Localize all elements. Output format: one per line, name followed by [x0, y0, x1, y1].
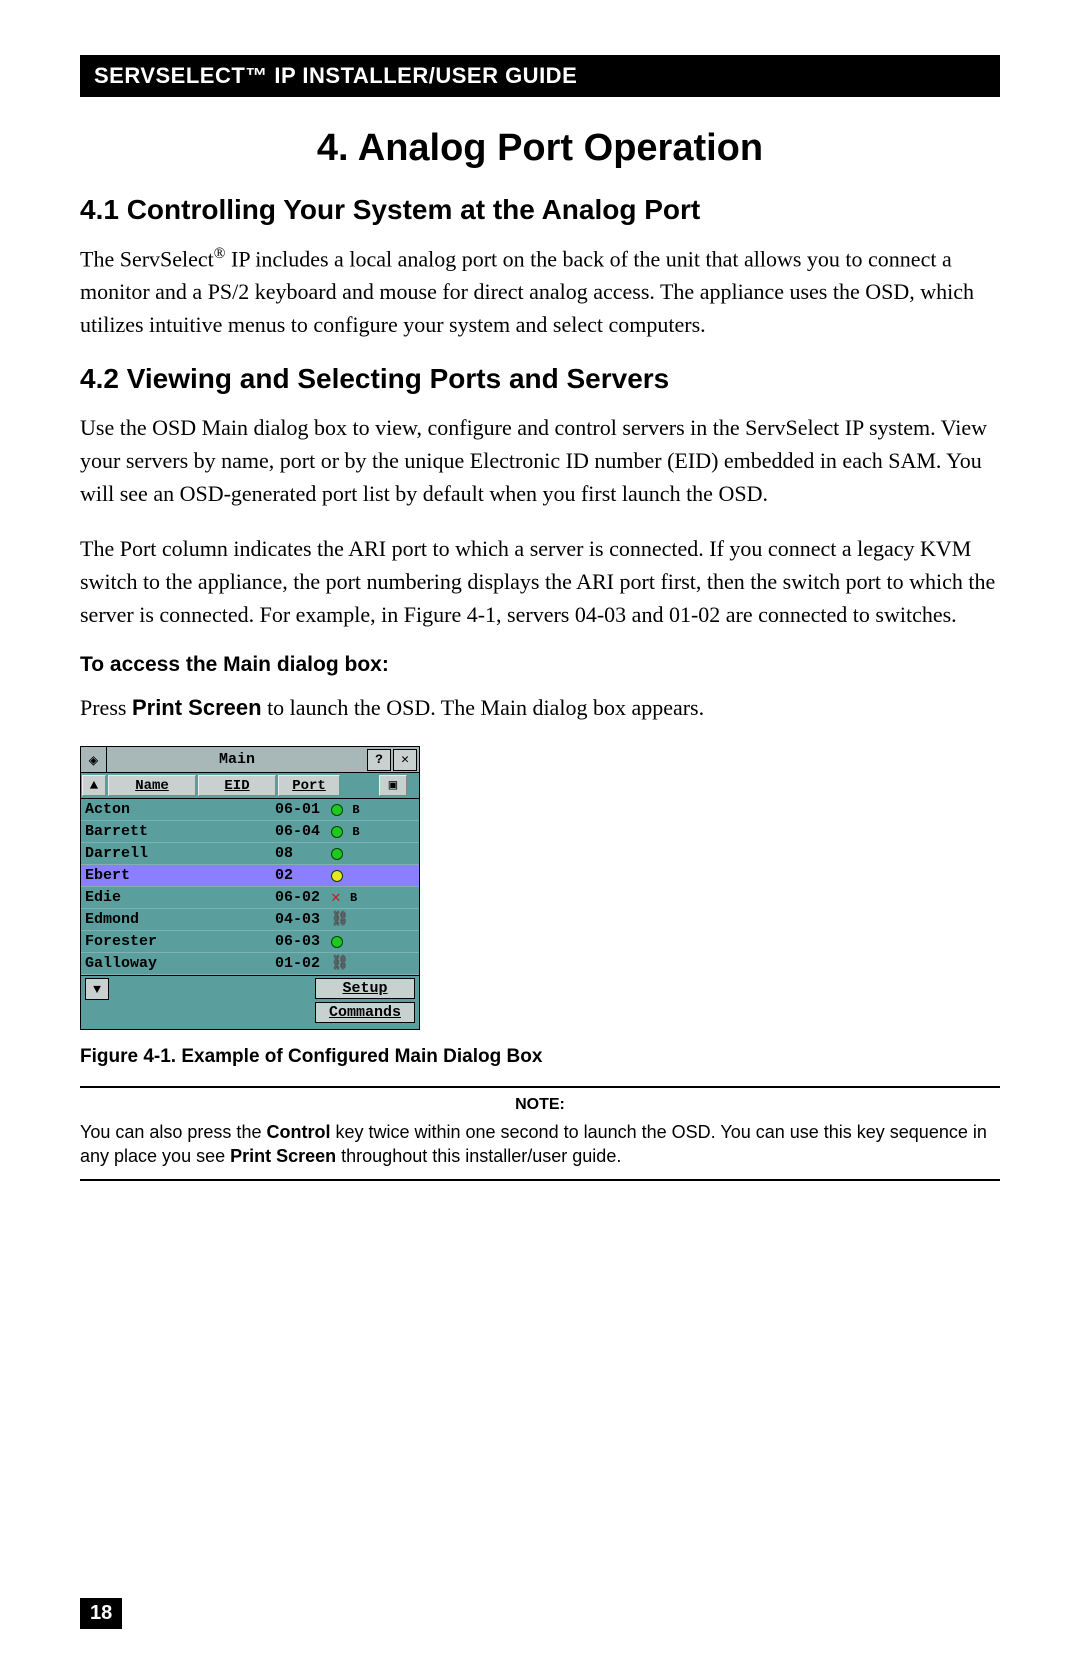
section-4-1-paragraph: The ServSelect® IP includes a local anal… — [80, 242, 1000, 341]
server-port: 06-04 — [275, 823, 329, 840]
server-name: Galloway — [85, 955, 197, 972]
chapter-title: 4. Analog Port Operation — [80, 127, 1000, 170]
osd-server-row[interactable]: Ebert 02 — [81, 865, 419, 887]
status-chain-icon: ⛓ — [331, 955, 349, 972]
text: The ServSelect — [80, 246, 214, 271]
server-status: ⛓ — [329, 911, 385, 928]
status-green-icon — [331, 848, 343, 860]
osd-main-dialog: ◈ Main ? ✕ ▲ Name EID Port ▣ Acton 06-01 B… — [80, 746, 420, 1030]
status-green-icon — [331, 804, 343, 816]
osd-col-name[interactable]: Name — [108, 775, 196, 796]
server-flag: B — [349, 825, 363, 839]
server-name: Acton — [85, 801, 197, 818]
server-name: Edmond — [85, 911, 197, 928]
server-flag: B — [349, 803, 363, 817]
osd-setup-button[interactable]: Setup — [315, 978, 415, 999]
server-status — [329, 848, 385, 860]
status-green-icon — [331, 936, 343, 948]
osd-col-eid[interactable]: EID — [198, 775, 276, 796]
section-4-2-title: 4.2 Viewing and Selecting Ports and Serv… — [80, 363, 1000, 395]
osd-server-row[interactable]: Acton 06-01 B — [81, 799, 419, 821]
osd-server-list: Acton 06-01 B Barrett 06-04 B Darrell 08 Ebert 02… — [81, 799, 419, 975]
osd-server-row[interactable]: Edmond 04-03⛓ — [81, 909, 419, 931]
server-flag: B — [347, 891, 361, 905]
osd-help-button[interactable]: ? — [367, 749, 391, 771]
server-port: 01-02 — [275, 955, 329, 972]
osd-server-row[interactable]: Darrell 08 — [81, 843, 419, 865]
server-status: ✕B — [329, 891, 385, 905]
text: throughout this installer/user guide. — [336, 1146, 621, 1166]
status-x-icon: ✕ — [331, 892, 341, 904]
section-4-2-paragraph-1: Use the OSD Main dialog box to view, con… — [80, 411, 1000, 510]
note-body: You can also press the Control key twice… — [80, 1120, 1000, 1169]
status-chain-icon: ⛓ — [331, 911, 349, 928]
server-port: 02 — [275, 867, 329, 884]
osd-server-row[interactable]: Forester 06-03 — [81, 931, 419, 953]
server-port: 06-02 — [275, 889, 329, 906]
osd-column-headers: ▲ Name EID Port ▣ — [81, 773, 419, 799]
server-port: 06-03 — [275, 933, 329, 950]
note-box: NOTE: You can also press the Control key… — [80, 1086, 1000, 1180]
print-screen-label: Print Screen — [230, 1146, 336, 1166]
note-title: NOTE: — [80, 1094, 1000, 1116]
osd-scroll-down-button[interactable]: ▼ — [85, 978, 109, 1000]
server-status — [329, 936, 385, 948]
server-status: B — [329, 825, 385, 839]
server-name: Darrell — [85, 845, 197, 862]
osd-commands-button[interactable]: Commands — [315, 1002, 415, 1023]
status-green-icon — [331, 826, 343, 838]
osd-col-status[interactable]: ▣ — [379, 775, 407, 796]
print-screen-label: Print Screen — [132, 695, 262, 720]
osd-title: Main — [107, 751, 367, 768]
osd-server-row[interactable]: Barrett 06-04 B — [81, 821, 419, 843]
server-status — [329, 870, 385, 882]
osd-close-button[interactable]: ✕ — [393, 749, 417, 771]
text: Press — [80, 695, 132, 720]
page-number: 18 — [80, 1598, 122, 1629]
server-status: ⛓ — [329, 955, 385, 972]
osd-server-row[interactable]: Galloway 01-02⛓ — [81, 953, 419, 975]
status-yellow-icon — [331, 870, 343, 882]
server-name: Barrett — [85, 823, 197, 840]
control-key-label: Control — [266, 1122, 330, 1142]
osd-col-port[interactable]: Port — [278, 775, 340, 796]
osd-scroll-up-button[interactable]: ▲ — [82, 775, 106, 796]
text: to launch the OSD. The Main dialog box a… — [262, 695, 705, 720]
osd-server-row[interactable]: Edie06-02✕B — [81, 887, 419, 909]
doc-header-bar: SERVSELECT™ IP INSTALLER/USER GUIDE — [80, 55, 1000, 97]
access-paragraph: Press Print Screen to launch the OSD. Th… — [80, 691, 1000, 724]
text: You can also press the — [80, 1122, 266, 1142]
server-port: 08 — [275, 845, 329, 862]
server-port: 04-03 — [275, 911, 329, 928]
registered-mark: ® — [214, 245, 226, 262]
section-4-1-title: 4.1 Controlling Your System at the Analo… — [80, 194, 1000, 226]
server-name: Edie — [85, 889, 197, 906]
figure-4-1-caption: Figure 4-1. Example of Configured Main D… — [80, 1046, 1000, 1068]
server-name: Ebert — [85, 867, 197, 884]
osd-bottom-bar: ▼ Setup Commands — [81, 975, 419, 1029]
access-heading: To access the Main dialog box: — [80, 653, 1000, 677]
section-4-2-paragraph-2: The Port column indicates the ARI port t… — [80, 532, 1000, 631]
server-port: 06-01 — [275, 801, 329, 818]
server-name: Forester — [85, 933, 197, 950]
osd-logo-icon: ◈ — [81, 747, 107, 773]
server-status: B — [329, 803, 385, 817]
osd-titlebar: ◈ Main ? ✕ — [81, 747, 419, 773]
